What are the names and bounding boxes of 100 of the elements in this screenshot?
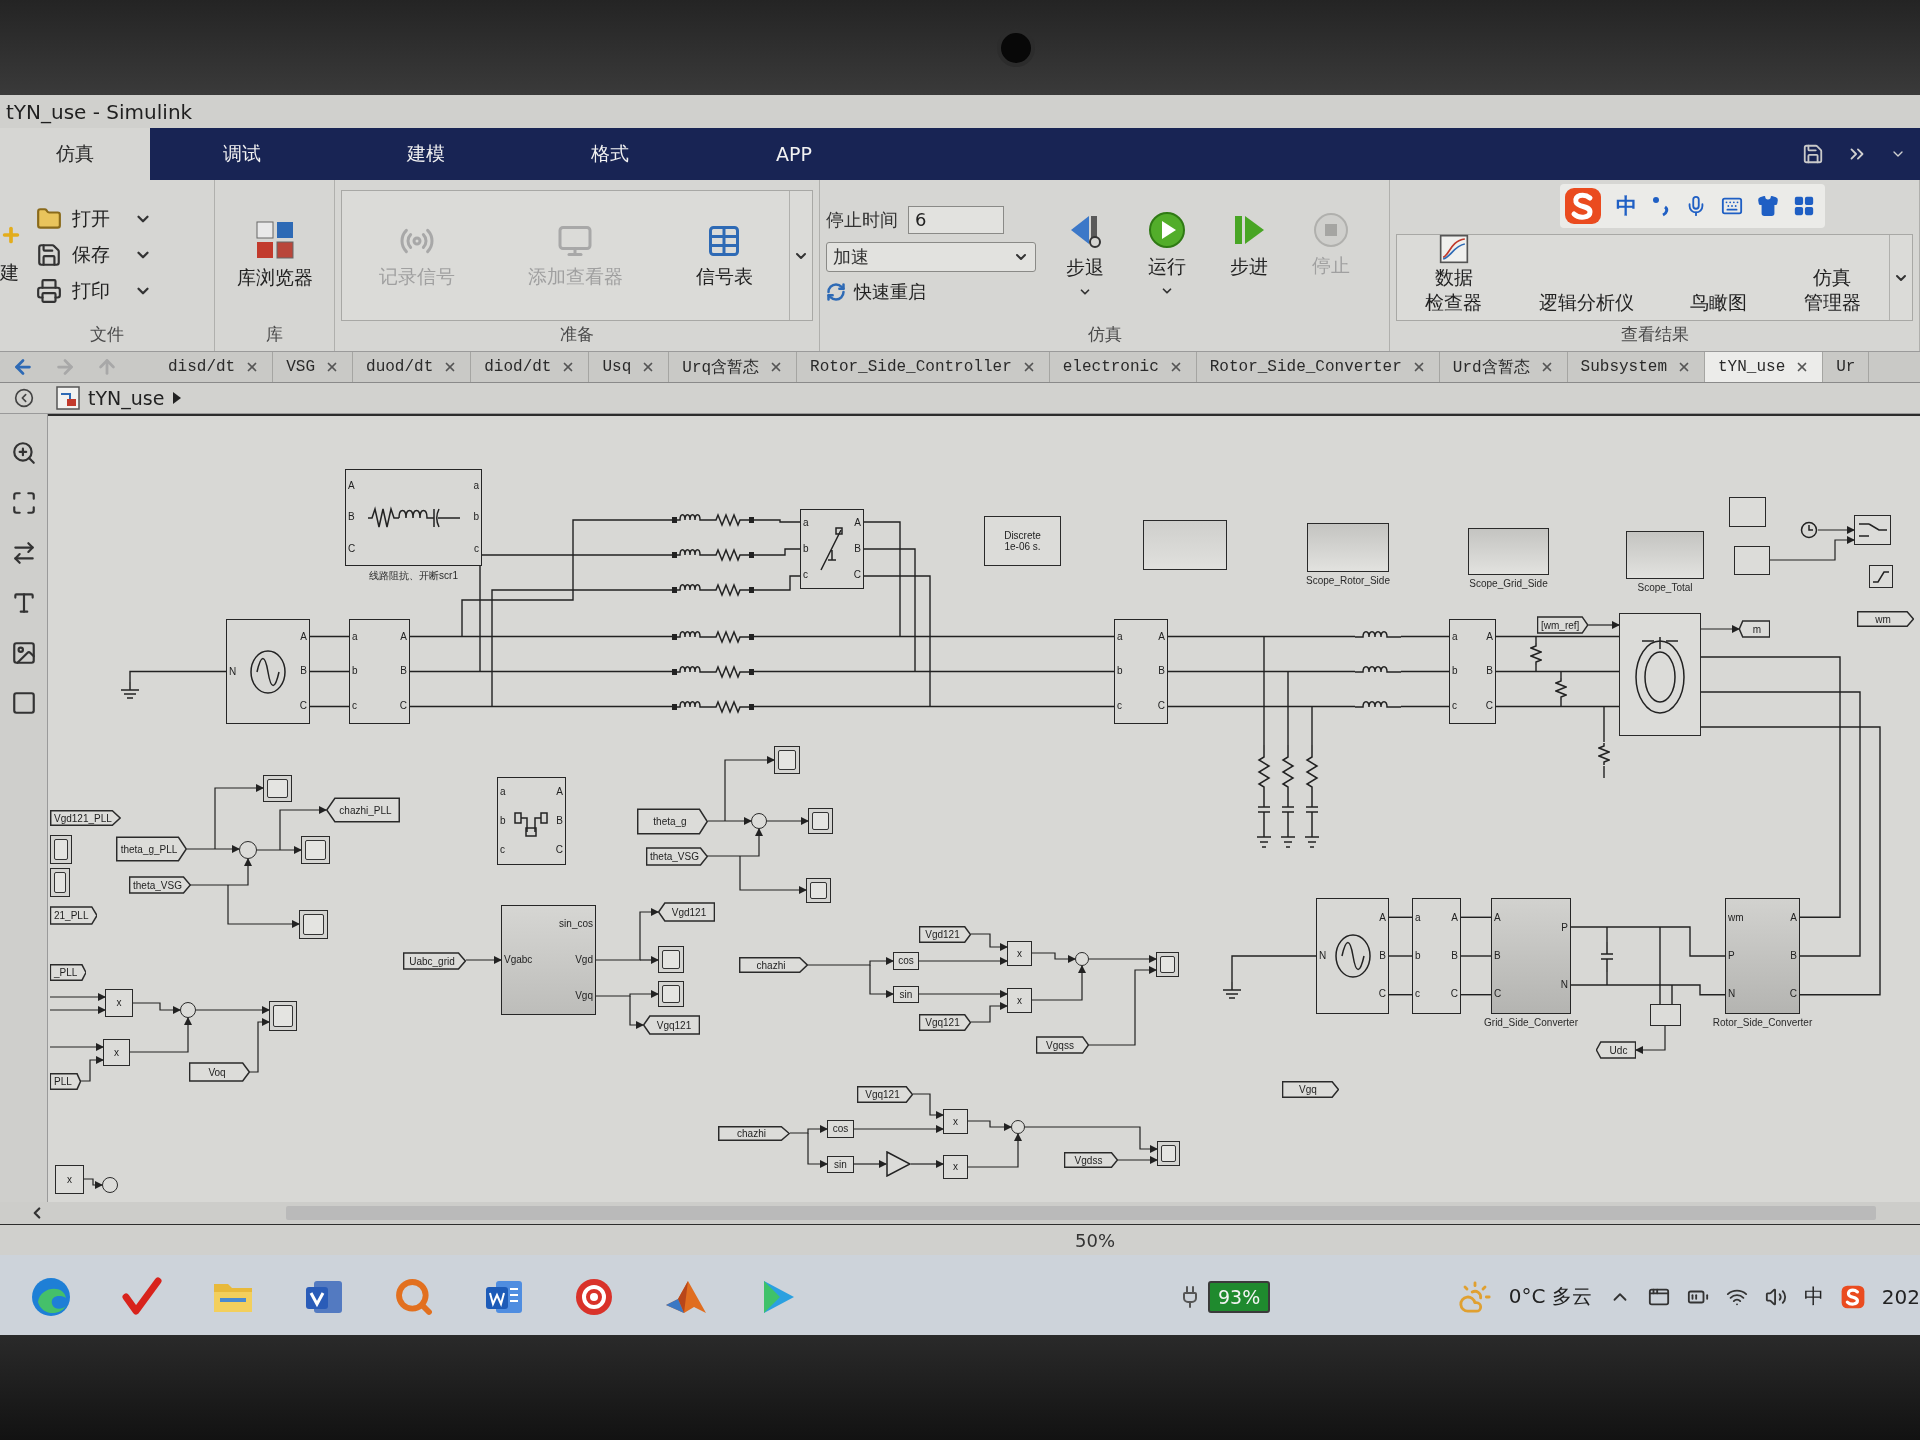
- menu-button[interactable]: 打开: [32, 202, 156, 235]
- from-tag: chazhi: [718, 1126, 790, 1141]
- new-button[interactable]: 建: [0, 223, 22, 286]
- gallery-button[interactable]: 仿真 管理器: [1797, 264, 1867, 316]
- port-label: C: [853, 570, 861, 580]
- ribbon-tab[interactable]: 调试: [150, 128, 334, 180]
- stop-time-field[interactable]: 6: [908, 205, 1004, 234]
- port-label: A: [1451, 913, 1458, 923]
- model-tab[interactable]: Urq含暂态: [669, 352, 798, 382]
- stop-icon: [1313, 212, 1349, 249]
- model-tab[interactable]: duod/dt: [353, 352, 472, 382]
- port-label: c: [1415, 989, 1420, 999]
- port-label: C: [555, 844, 563, 855]
- port-label: c: [803, 570, 808, 580]
- model-tab[interactable]: Ur: [1823, 352, 1870, 382]
- sine-wave-icon: [249, 648, 287, 695]
- signal-line: [79, 1056, 104, 1082]
- model-tab[interactable]: Usq: [589, 352, 670, 382]
- inductor-resistor-icon: [672, 547, 754, 563]
- section-label: 准备: [560, 323, 594, 346]
- signal-line: [1117, 1156, 1158, 1164]
- inductor-resistor-icon: [672, 582, 754, 598]
- fast-restart-button[interactable]: 快速重启: [826, 279, 1041, 304]
- port-label: P: [1728, 951, 1735, 961]
- product-block: x: [105, 989, 133, 1017]
- breadcrumb-path[interactable]: tYN_use: [88, 387, 165, 409]
- port-label: wm: [1728, 913, 1744, 923]
- check-mark-icon: [122, 1276, 162, 1317]
- port-label: a: [500, 787, 506, 798]
- keyboard-icon[interactable]: [1721, 195, 1743, 217]
- save-icon[interactable]: [1802, 143, 1824, 165]
- model-tab[interactable]: diod/dt: [471, 352, 590, 382]
- weather-text[interactable]: 0°C 多云: [1508, 1283, 1592, 1310]
- port-label: N: [1319, 951, 1327, 961]
- ribbon-tab[interactable]: 格式: [518, 128, 702, 180]
- clock-date[interactable]: 202: [1881, 1284, 1920, 1309]
- ime-logo-icon[interactable]: [1840, 1284, 1865, 1309]
- from-tag: 21_PLL: [50, 906, 98, 925]
- library-browser-button[interactable]: 库浏览器: [230, 216, 319, 293]
- rectangle-icon[interactable]: [10, 690, 37, 716]
- product-block: x: [943, 1109, 968, 1134]
- grid-icon[interactable]: [1793, 195, 1815, 217]
- product-block: x: [55, 1165, 84, 1194]
- port-label: b: [352, 666, 358, 677]
- from-tag: Vgdss: [1064, 1152, 1118, 1168]
- model-tab[interactable]: Urd含暂态: [1439, 352, 1568, 382]
- model-tab[interactable]: disd/dt: [155, 352, 274, 382]
- signal-line: [967, 1120, 1012, 1131]
- ribbon-tab[interactable]: APP: [702, 128, 886, 180]
- scope-block: [299, 910, 328, 939]
- fit-view-icon[interactable]: [10, 490, 37, 516]
- port-label: b: [1117, 666, 1123, 677]
- signal-line: [1635, 1025, 1666, 1054]
- signal-line: [910, 1160, 944, 1168]
- shirt-icon[interactable]: [1757, 195, 1779, 217]
- port-label: C: [348, 544, 356, 555]
- constant-block: [1729, 497, 1766, 527]
- zoom-in-icon[interactable]: [10, 440, 37, 466]
- sum-block: [180, 1002, 196, 1018]
- section-label: 文件: [90, 323, 124, 346]
- close-icon[interactable]: [1677, 360, 1691, 374]
- ime-mode[interactable]: 中: [1616, 192, 1637, 220]
- collapse-icon[interactable]: [14, 388, 34, 408]
- resistor-icon: [1530, 643, 1542, 665]
- scope-block: [1156, 952, 1179, 977]
- image-icon[interactable]: [10, 640, 37, 666]
- subtract-block: [1650, 1004, 1681, 1026]
- signal-line: [970, 1002, 1008, 1023]
- ribbon-tab[interactable]: 仿真: [0, 128, 150, 180]
- port-label: c: [352, 700, 357, 711]
- product-block: x: [1007, 988, 1032, 1013]
- port-label: b: [1415, 951, 1421, 961]
- port-label: C: [1789, 989, 1797, 999]
- simulation-button[interactable]: 步进: [1211, 207, 1287, 302]
- menu-button[interactable]: 打印: [32, 274, 156, 307]
- model-tab[interactable]: Rotor_Side_Converter: [1196, 352, 1440, 382]
- simulation-button[interactable]: 运行: [1129, 207, 1205, 302]
- from-tag: _PLL: [50, 964, 87, 981]
- model-tab[interactable]: electronic: [1049, 352, 1197, 382]
- mode-dropdown[interactable]: 加速: [826, 241, 1036, 272]
- punctuation-icon: [1651, 195, 1671, 217]
- gallery-button[interactable]: 逻辑分析仪: [1532, 289, 1640, 316]
- gallery-button[interactable]: 数据 检查器: [1419, 232, 1489, 316]
- model-icon: [56, 386, 80, 410]
- trig-block: cos: [893, 952, 919, 970]
- model-tab[interactable]: tYN_use: [1705, 352, 1824, 382]
- scope-block: [658, 981, 684, 1007]
- goto-tag: chazhi_PLL: [326, 797, 400, 823]
- port-label: A: [300, 632, 307, 643]
- capacitor-icon: [1600, 942, 1614, 972]
- signal-line: [83, 1178, 103, 1189]
- input-method[interactable]: 中: [1803, 1283, 1824, 1310]
- simulation-button[interactable]: 步退: [1047, 206, 1123, 303]
- model-tab[interactable]: Rotor_Side_Controller: [797, 352, 1050, 382]
- model-tab[interactable]: VSG: [273, 352, 354, 382]
- ribbon-tab[interactable]: 建模: [334, 128, 518, 180]
- caret-icon[interactable]: [172, 391, 183, 405]
- gallery-button[interactable]: 信号表: [689, 219, 759, 292]
- gallery-button[interactable]: 鸟瞰图: [1684, 289, 1754, 316]
- menu-button[interactable]: 保存: [32, 238, 156, 271]
